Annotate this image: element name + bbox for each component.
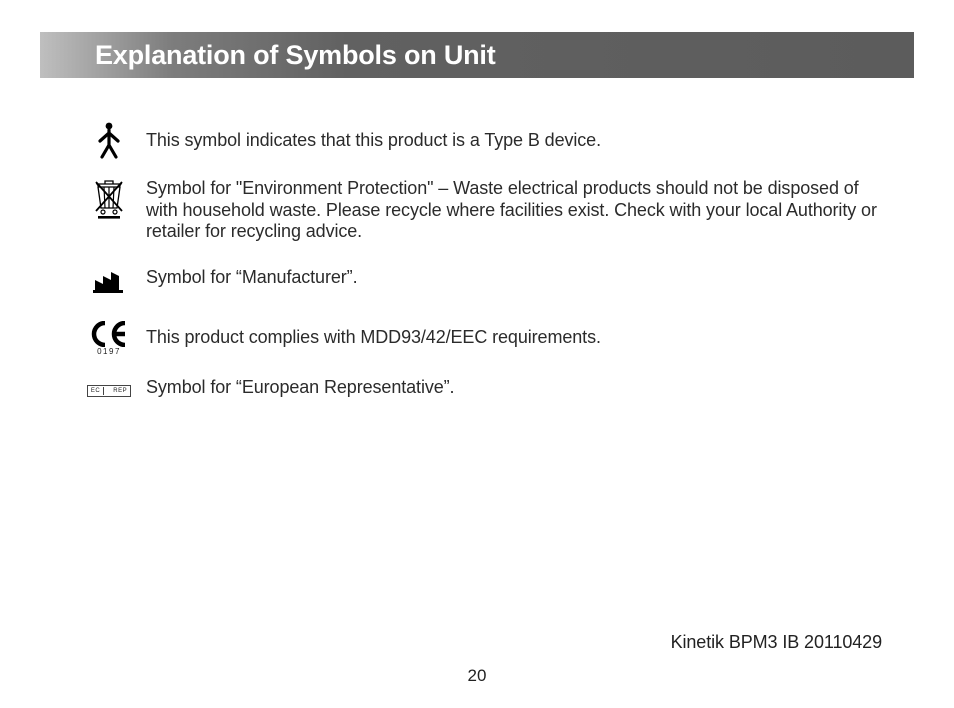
- ce-number: 0197: [97, 347, 121, 356]
- ec-rep-left: EC: [88, 388, 103, 394]
- section-heading-bar: Explanation of Symbols on Unit: [40, 32, 914, 78]
- symbol-description: Symbol for “Manufacturer”.: [146, 261, 357, 289]
- ec-rep-icon: EC REP: [72, 381, 146, 401]
- ec-rep-right: REP: [110, 388, 130, 394]
- symbol-description: This symbol indicates that this product …: [146, 120, 601, 152]
- section-heading: Explanation of Symbols on Unit: [40, 40, 496, 71]
- symbol-description: Symbol for "Environment Protection" – Wa…: [146, 178, 892, 243]
- page-number: 20: [468, 666, 487, 686]
- symbol-description: Symbol for “European Representative”.: [146, 377, 454, 399]
- symbol-row: EC REP Symbol for “European Representati…: [72, 377, 892, 401]
- manufacturer-icon: [72, 261, 146, 301]
- weee-icon: [72, 178, 146, 220]
- ce-mark-icon: 0197: [72, 319, 146, 359]
- symbol-row: Symbol for "Environment Protection" – Wa…: [72, 178, 892, 243]
- symbol-row: This symbol indicates that this product …: [72, 120, 892, 160]
- symbol-list: This symbol indicates that this product …: [0, 78, 954, 401]
- document-code: Kinetik BPM3 IB 20110429: [671, 632, 882, 653]
- symbol-description: This product complies with MDD93/42/EEC …: [146, 319, 601, 349]
- symbol-row: Symbol for “Manufacturer”.: [72, 261, 892, 301]
- type-b-icon: [72, 120, 146, 160]
- symbol-row: 0197 This product complies with MDD93/42…: [72, 319, 892, 359]
